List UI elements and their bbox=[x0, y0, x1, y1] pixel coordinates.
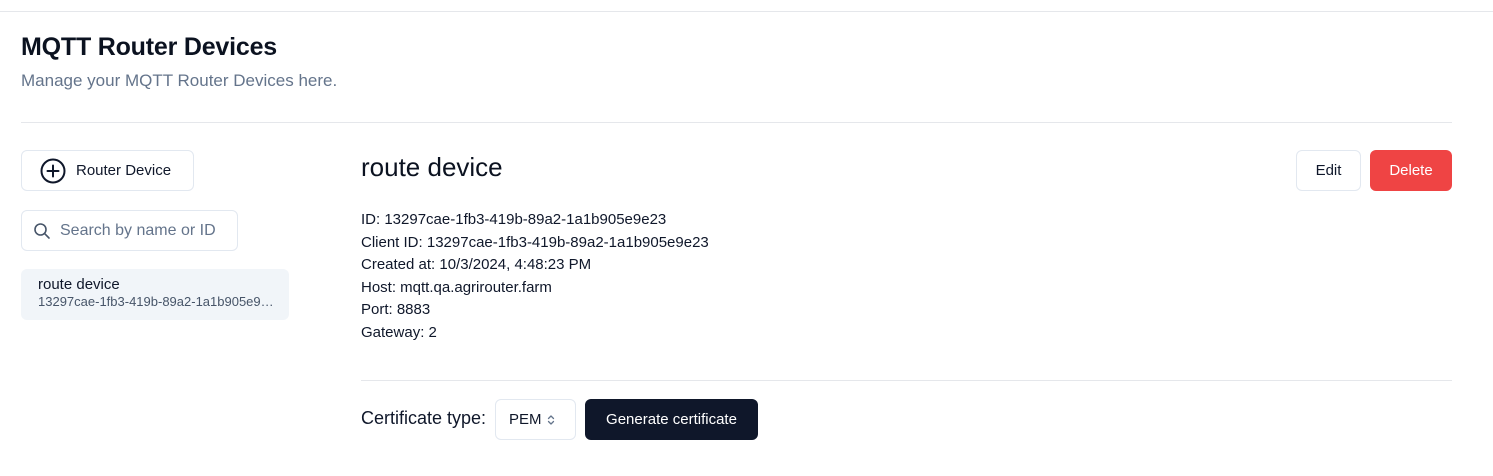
edit-button[interactable]: Edit bbox=[1296, 150, 1361, 191]
detail-created-at: Created at: 10/3/2024, 4:48:23 PM bbox=[361, 256, 592, 273]
section-divider bbox=[21, 122, 1452, 123]
device-list-item[interactable]: route device 13297cae-1fb3-419b-89a2-1a1… bbox=[21, 269, 289, 320]
plus-circle-icon bbox=[40, 158, 66, 184]
add-router-device-label: Router Device bbox=[76, 162, 172, 179]
top-divider bbox=[0, 11, 1493, 12]
device-list-item-name: route device bbox=[38, 276, 120, 293]
search-box[interactable] bbox=[21, 210, 238, 251]
chevron-up-down-icon bbox=[546, 413, 556, 427]
detail-client-id: Client ID: 13297cae-1fb3-419b-89a2-1a1b9… bbox=[361, 233, 709, 251]
add-router-device-button[interactable]: Router Device bbox=[21, 150, 194, 191]
detail-host: Host: mqtt.qa.agrirouter.farm bbox=[361, 278, 552, 296]
search-input[interactable] bbox=[60, 221, 220, 240]
generate-certificate-button[interactable]: Generate certificate bbox=[585, 399, 758, 440]
device-details: ID: 13297cae-1fb3-419b-89a2-1a1b905e9e23… bbox=[361, 209, 709, 344]
detail-id: ID: 13297cae-1fb3-419b-89a2-1a1b905e9e23 bbox=[361, 211, 667, 228]
certificate-type-select[interactable]: PEM bbox=[495, 399, 576, 440]
device-detail-title: route device bbox=[361, 152, 503, 182]
detail-port: Port: 8883 bbox=[361, 301, 431, 318]
detail-gateway: Gateway: 2 bbox=[361, 323, 437, 341]
page-title: MQTT Router Devices bbox=[21, 33, 277, 61]
detail-divider bbox=[361, 380, 1452, 381]
delete-button[interactable]: Delete bbox=[1370, 150, 1452, 191]
device-list-item-id: 13297cae-1fb3-419b-89a2-1a1b905e9e23 bbox=[38, 294, 274, 309]
search-icon bbox=[33, 222, 51, 240]
certificate-type-value: PEM bbox=[509, 411, 542, 428]
certificate-type-label: Certificate type: bbox=[361, 408, 487, 428]
page-subtitle: Manage your MQTT Router Devices here. bbox=[21, 71, 338, 90]
